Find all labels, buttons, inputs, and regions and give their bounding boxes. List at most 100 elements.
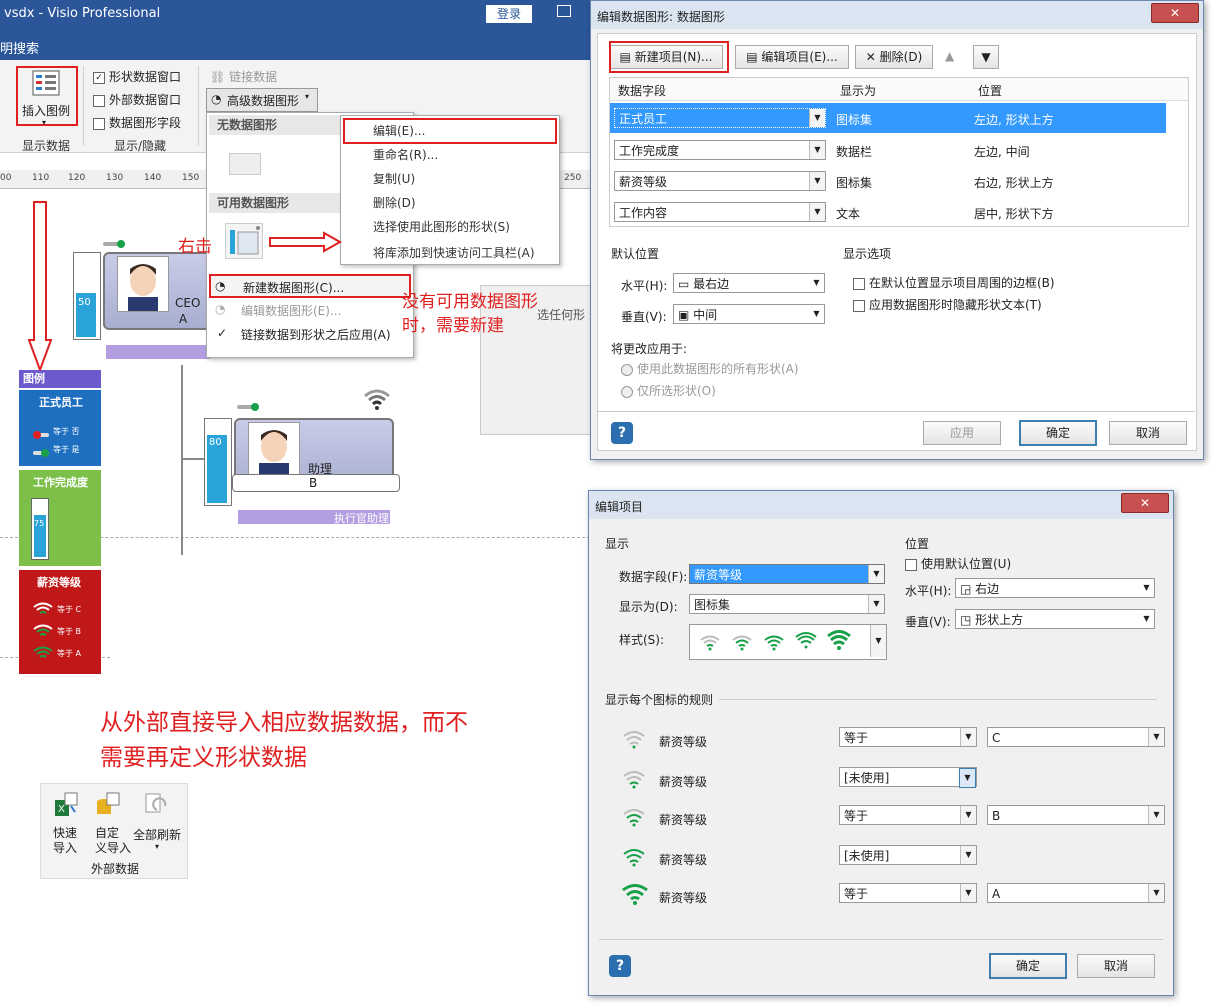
select-shapes-menu-item[interactable]: 选择使用此图形的形状(S)	[373, 218, 510, 235]
use-default-position-checkbox[interactable]: 使用默认位置(U)	[905, 555, 1011, 572]
chevron-down-icon[interactable]: ▼	[1148, 806, 1164, 824]
rule-value-select[interactable]: C ▼	[987, 727, 1165, 747]
wifi-icon	[623, 849, 645, 870]
chevron-down-icon[interactable]: ▼	[1148, 884, 1164, 902]
external-data-window-checkbox[interactable]: 外部数据窗口	[93, 91, 181, 108]
apply-after-link-item[interactable]: ✓ 链接数据到形状之后应用(A)	[211, 323, 409, 343]
cancel-button[interactable]: 取消	[1077, 954, 1155, 978]
link-data-button[interactable]: ⛓ 链接数据	[210, 68, 277, 85]
horizontal-label: 水平(H):	[905, 584, 952, 598]
login-button[interactable]: 登录	[486, 5, 532, 23]
chevron-down-icon[interactable]: ▼	[809, 203, 825, 221]
chevron-down-icon[interactable]: ▼	[809, 274, 824, 292]
edit-menu-item[interactable]: 编辑(E)...	[373, 122, 425, 139]
quick-import-button[interactable]: 快速 导入	[53, 826, 77, 856]
field-combo[interactable]: 工作内容 ▼	[614, 202, 826, 222]
chevron-down-icon[interactable]: ▼	[1139, 610, 1154, 628]
table-row[interactable]: 薪资等级 ▼ 图标集 右边, 形状上方	[610, 166, 1166, 196]
legend-row: 等于 A	[57, 649, 82, 658]
chevron-down-icon[interactable]: ▾	[42, 118, 46, 127]
chevron-down-icon[interactable]: ▼	[959, 768, 976, 788]
legend-section-fulltime: 正式员工 等于 否 等于 是	[19, 390, 101, 466]
delete-menu-item[interactable]: 删除(D)	[373, 194, 416, 211]
restore-icon[interactable]	[557, 5, 571, 17]
delete-button[interactable]: ✕ 删除(D)	[855, 45, 933, 69]
cancel-button[interactable]: 取消	[1109, 421, 1187, 445]
apply-selected-radio[interactable]: 仅所选形状(O)	[621, 382, 716, 399]
chevron-down-icon[interactable]: ▼	[809, 305, 824, 323]
rule-operator-select[interactable]: 等于 ▼	[839, 883, 977, 903]
chevron-down-icon[interactable]: ▼	[960, 728, 976, 746]
close-icon[interactable]: ✕	[1151, 3, 1199, 23]
rule-value-select[interactable]: A ▼	[987, 883, 1165, 903]
rule-operator-select[interactable]: [未使用] ▼	[839, 767, 977, 788]
rule-operator-select[interactable]: 等于 ▼	[839, 805, 977, 825]
vertical-select[interactable]: ◳ 形状上方 ▼	[955, 609, 1155, 629]
horizontal-select[interactable]: ▭ 最右边 ▼	[673, 273, 825, 293]
chevron-down-icon[interactable]: ▾	[155, 842, 159, 851]
vertical-select[interactable]: ▣ 中间 ▼	[673, 304, 825, 324]
table-row[interactable]: 正式员工 ▼ 图标集 左边, 形状上方	[610, 103, 1166, 133]
new-data-graphic-item[interactable]: ◔ 新建数据图形(C)...	[209, 274, 411, 298]
divider	[719, 699, 1157, 700]
checkbox-label: 数据图形字段	[109, 116, 182, 130]
rule-operator-select[interactable]: 等于 ▼	[839, 727, 977, 747]
style-label: 样式(S):	[619, 633, 665, 647]
close-icon[interactable]: ✕	[1121, 493, 1169, 513]
help-icon[interactable]: ?	[609, 955, 631, 977]
search-tab[interactable]: 明搜索	[0, 38, 39, 57]
edit-data-graphic-item[interactable]: ◔ 编辑数据图形(E)...	[211, 299, 409, 319]
apply-all-radio[interactable]: 使用此数据图形的所有形状(A)	[621, 360, 799, 377]
display-as-select[interactable]: 图标集 ▼	[689, 594, 885, 614]
ceo-shape[interactable]: CEO A	[103, 252, 211, 330]
chevron-down-icon[interactable]: ▼	[960, 806, 976, 824]
field-combo[interactable]: 薪资等级 ▼	[614, 171, 826, 191]
apply-button[interactable]: 应用	[923, 421, 1001, 445]
move-down-button[interactable]: ▼	[973, 45, 999, 69]
edit-item-button[interactable]: ▤ 编辑项目(E)...	[735, 45, 849, 69]
legend[interactable]: 图例 正式员工 等于 否 等于 是 工作完成度 75 薪资等级 等于 C 等于 …	[19, 370, 101, 675]
rule-field: 薪资等级	[659, 775, 708, 789]
chevron-down-icon[interactable]: ▼	[809, 109, 825, 127]
radio-label: 使用此数据图形的所有形状(A)	[637, 362, 799, 376]
rule-value-select[interactable]: B ▼	[987, 805, 1165, 825]
rule-operator-select[interactable]: [未使用] ▼	[839, 845, 977, 865]
horizontal-select[interactable]: ◲ 右边 ▼	[955, 578, 1155, 598]
chevron-down-icon[interactable]: ▼	[1139, 579, 1154, 597]
add-to-quick-access-menu-item[interactable]: 将库添加到快速访问工具栏(A)	[373, 244, 535, 261]
chevron-down-icon[interactable]: ▼	[809, 172, 825, 190]
field-select[interactable]: 薪资等级 ▼	[689, 564, 885, 584]
copy-menu-item[interactable]: 复制(U)	[373, 170, 415, 187]
empty-graphic-thumbnail[interactable]	[229, 153, 261, 175]
field-combo[interactable]: 工作完成度 ▼	[614, 140, 826, 160]
move-up-icon[interactable]: ▲	[945, 49, 954, 63]
field-value: 薪资等级	[694, 568, 743, 582]
data-graphic-fields-checkbox[interactable]: 数据图形字段	[93, 114, 181, 131]
chevron-down-icon[interactable]: ▼	[960, 846, 976, 864]
position-value: 右边, 形状上方	[974, 176, 1054, 190]
chevron-down-icon[interactable]: ▼	[868, 565, 884, 583]
ok-button[interactable]: 确定	[989, 953, 1067, 979]
radio-icon	[621, 385, 633, 398]
show-border-checkbox[interactable]: 在默认位置显示项目周围的边框(B)	[853, 274, 1055, 291]
chevron-down-icon[interactable]: ▼	[809, 141, 825, 159]
link-data-label: 链接数据	[229, 70, 278, 84]
custom-import-button[interactable]: 自定 义导入	[95, 826, 131, 856]
advanced-data-graphics-button[interactable]: ◔ 高级数据图形 ▾	[206, 88, 318, 112]
table-row[interactable]: 工作完成度 ▼ 数据栏 左边, 中间	[610, 135, 1166, 165]
refresh-all-button[interactable]: 全部刷新	[133, 826, 181, 843]
field-combo[interactable]: 正式员工 ▼	[614, 108, 826, 128]
insert-legend-button[interactable]: 插入图例	[22, 102, 70, 119]
style-select[interactable]: ▼	[689, 624, 887, 660]
ok-button[interactable]: 确定	[1019, 420, 1097, 446]
hide-text-checkbox[interactable]: 应用数据图形时隐藏形状文本(T)	[853, 296, 1042, 313]
rename-menu-item[interactable]: 重命名(R)...	[373, 146, 438, 163]
help-icon[interactable]: ?	[611, 422, 633, 444]
table-row[interactable]: 工作内容 ▼ 文本 居中, 形状下方	[610, 197, 1166, 227]
data-graphic-thumbnail[interactable]	[225, 223, 263, 259]
chevron-down-icon[interactable]: ▼	[870, 625, 886, 657]
chevron-down-icon[interactable]: ▼	[1148, 728, 1164, 746]
shape-data-window-checkbox[interactable]: ✓ 形状数据窗口	[93, 68, 181, 85]
chevron-down-icon[interactable]: ▼	[960, 884, 976, 902]
chevron-down-icon[interactable]: ▼	[868, 595, 884, 613]
